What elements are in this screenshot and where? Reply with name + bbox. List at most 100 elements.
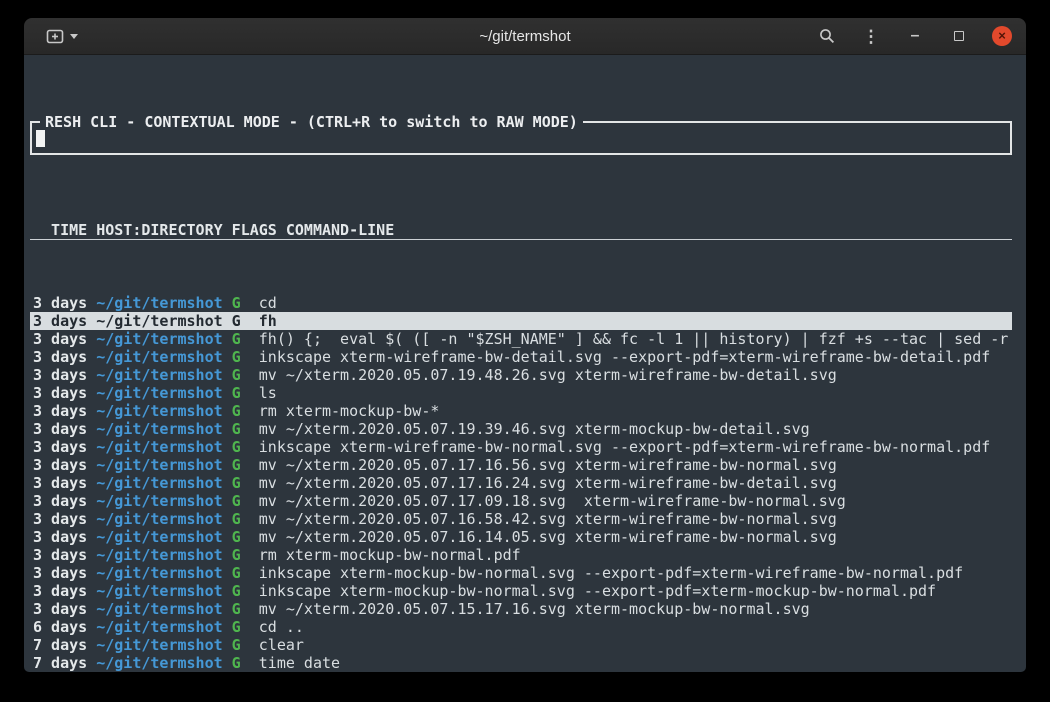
row-time: 3 days bbox=[33, 294, 96, 312]
row-flags: G bbox=[223, 492, 259, 510]
row-time: 3 days bbox=[33, 348, 96, 366]
minimize-button[interactable]: – bbox=[904, 24, 926, 48]
restore-icon bbox=[954, 31, 964, 41]
row-command: mv ~/xterm.2020.05.07.17.09.18.svg xterm… bbox=[259, 492, 846, 510]
history-row[interactable]: 3 days ~/git/termshot G mv ~/xterm.2020.… bbox=[30, 456, 1012, 474]
row-time: 7 days bbox=[33, 636, 96, 654]
new-tab-icon bbox=[46, 29, 64, 44]
row-directory: ~/git/termshot bbox=[96, 402, 222, 420]
row-time: 3 days bbox=[33, 420, 96, 438]
row-directory: ~/git/termshot bbox=[96, 582, 222, 600]
new-tab-button[interactable] bbox=[40, 25, 84, 48]
row-flags: G bbox=[223, 420, 259, 438]
titlebar[interactable]: ~/git/termshot ⋮ – bbox=[24, 18, 1026, 55]
row-flags: G bbox=[223, 294, 259, 312]
close-icon: × bbox=[998, 28, 1006, 43]
row-command: mv ~/xterm.2020.05.07.16.14.05.svg xterm… bbox=[259, 528, 837, 546]
history-row[interactable]: 3 days ~/git/termshot G inkscape xterm-w… bbox=[30, 438, 1012, 456]
row-time: 3 days bbox=[33, 600, 96, 618]
history-row[interactable]: 3 days ~/git/termshot G cd bbox=[30, 294, 1012, 312]
row-time: 3 days bbox=[33, 510, 96, 528]
row-directory: ~/git/termshot bbox=[96, 600, 222, 618]
row-directory: ~/git/termshot bbox=[96, 348, 222, 366]
row-time: 3 days bbox=[33, 492, 96, 510]
row-flags: G bbox=[223, 384, 259, 402]
row-flags: G bbox=[223, 546, 259, 564]
history-row[interactable]: 3 days ~/git/termshot G fh bbox=[30, 312, 1012, 330]
row-time: 3 days bbox=[33, 456, 96, 474]
history-row[interactable]: 3 days ~/git/termshot G mv ~/xterm.2020.… bbox=[30, 420, 1012, 438]
row-directory: ~/git/termshot bbox=[96, 312, 222, 330]
row-command: inkscape xterm-wireframe-bw-detail.svg -… bbox=[259, 348, 991, 366]
row-directory: ~/git/termshot bbox=[96, 528, 222, 546]
row-command: fh bbox=[259, 312, 277, 330]
row-flags: G bbox=[223, 654, 259, 672]
history-row[interactable]: 3 days ~/git/termshot G inkscape xterm-m… bbox=[30, 564, 1012, 582]
row-flags: G bbox=[223, 510, 259, 528]
row-time: 3 days bbox=[33, 402, 96, 420]
row-time: 3 days bbox=[33, 474, 96, 492]
row-time: 3 days bbox=[33, 438, 96, 456]
restore-button[interactable] bbox=[948, 24, 970, 48]
row-command: mv ~/xterm.2020.05.07.19.48.26.svg xterm… bbox=[259, 366, 837, 384]
history-row[interactable]: 3 days ~/git/termshot G mv ~/xterm.2020.… bbox=[30, 600, 1012, 618]
history-row[interactable]: 3 days ~/git/termshot G mv ~/xterm.2020.… bbox=[30, 474, 1012, 492]
row-flags: G bbox=[223, 330, 259, 348]
history-row[interactable]: 3 days ~/git/termshot G fh() {; eval $( … bbox=[30, 330, 1012, 348]
row-command: cd bbox=[259, 294, 277, 312]
history-row[interactable]: 3 days ~/git/termshot G ls bbox=[30, 384, 1012, 402]
history-row[interactable]: 7 days ~/git/termshot G clear bbox=[30, 636, 1012, 654]
row-time: 3 days bbox=[33, 312, 96, 330]
terminal-content[interactable]: RESH CLI - CONTEXTUAL MODE - (CTRL+R to … bbox=[24, 55, 1026, 672]
history-row[interactable]: 3 days ~/git/termshot G mv ~/xterm.2020.… bbox=[30, 492, 1012, 510]
row-time: 3 days bbox=[33, 330, 96, 348]
row-time: 3 days bbox=[33, 528, 96, 546]
history-row[interactable]: 3 days ~/git/termshot G rm xterm-mockup-… bbox=[30, 402, 1012, 420]
row-command: rm xterm-mockup-bw-* bbox=[259, 402, 440, 420]
row-command: rm xterm-mockup-bw-normal.pdf bbox=[259, 546, 521, 564]
history-row[interactable]: 3 days ~/git/termshot G mv ~/xterm.2020.… bbox=[30, 366, 1012, 384]
row-flags: G bbox=[223, 366, 259, 384]
row-command: mv ~/xterm.2020.05.07.17.16.56.svg xterm… bbox=[259, 456, 837, 474]
row-directory: ~/git/termshot bbox=[96, 492, 222, 510]
history-row[interactable]: 3 days ~/git/termshot G inkscape xterm-m… bbox=[30, 582, 1012, 600]
row-flags: G bbox=[223, 348, 259, 366]
history-row[interactable]: 3 days ~/git/termshot G mv ~/xterm.2020.… bbox=[30, 510, 1012, 528]
row-time: 3 days bbox=[33, 366, 96, 384]
row-command: inkscape xterm-mockup-bw-normal.svg --ex… bbox=[259, 564, 963, 582]
history-row[interactable]: 3 days ~/git/termshot G mv ~/xterm.2020.… bbox=[30, 528, 1012, 546]
row-time: 6 days bbox=[33, 618, 96, 636]
minimize-icon: – bbox=[911, 28, 920, 44]
row-time: 3 days bbox=[33, 582, 96, 600]
row-directory: ~/git/termshot bbox=[96, 384, 222, 402]
row-flags: G bbox=[223, 474, 259, 492]
close-button[interactable]: × bbox=[992, 26, 1012, 46]
row-directory: ~/git/termshot bbox=[96, 636, 222, 654]
row-flags: G bbox=[223, 402, 259, 420]
row-directory: ~/git/termshot bbox=[96, 618, 222, 636]
history-row[interactable]: 6 days ~/git/termshot G cd .. bbox=[30, 618, 1012, 636]
menu-button[interactable]: ⋮ bbox=[860, 24, 882, 48]
row-time: 3 days bbox=[33, 546, 96, 564]
row-directory: ~/git/termshot bbox=[96, 474, 222, 492]
row-directory: ~/git/termshot bbox=[96, 330, 222, 348]
history-row[interactable]: 3 days ~/git/termshot G inkscape xterm-w… bbox=[30, 348, 1012, 366]
row-flags: G bbox=[223, 618, 259, 636]
row-command: ls bbox=[259, 384, 277, 402]
row-flags: G bbox=[223, 312, 259, 330]
row-directory: ~/git/termshot bbox=[96, 546, 222, 564]
row-command: time date bbox=[259, 654, 340, 672]
row-directory: ~/git/termshot bbox=[96, 564, 222, 582]
row-time: 3 days bbox=[33, 564, 96, 582]
row-time: 7 days bbox=[33, 654, 96, 672]
resh-search-box[interactable]: RESH CLI - CONTEXTUAL MODE - (CTRL+R to … bbox=[30, 121, 1012, 155]
row-command: mv ~/xterm.2020.05.07.19.39.46.svg xterm… bbox=[259, 420, 810, 438]
history-row[interactable]: 7 days ~/git/termshot G time date bbox=[30, 654, 1012, 672]
chevron-down-icon bbox=[70, 34, 78, 39]
row-flags: G bbox=[223, 636, 259, 654]
search-button[interactable] bbox=[816, 24, 838, 48]
row-command: mv ~/xterm.2020.05.07.16.58.42.svg xterm… bbox=[259, 510, 837, 528]
resh-mode-title: RESH CLI - CONTEXTUAL MODE - (CTRL+R to … bbox=[40, 113, 583, 131]
history-row[interactable]: 3 days ~/git/termshot G rm xterm-mockup-… bbox=[30, 546, 1012, 564]
row-command: mv ~/xterm.2020.05.07.15.17.16.svg xterm… bbox=[259, 600, 810, 618]
